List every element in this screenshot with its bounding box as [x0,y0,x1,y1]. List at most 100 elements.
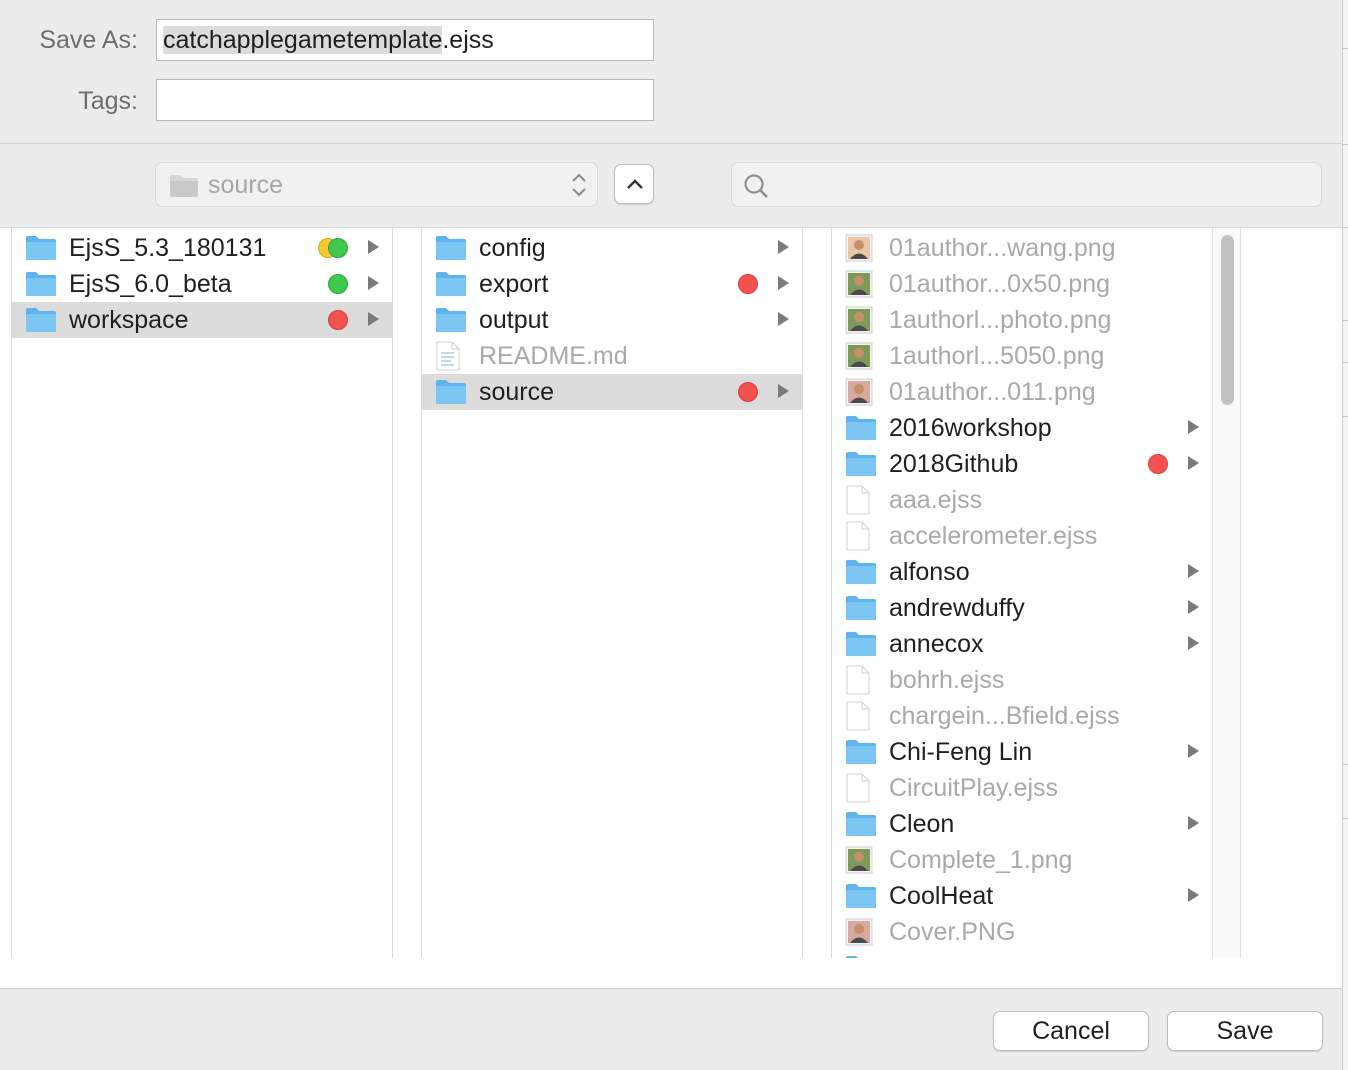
folder-icon [435,271,467,302]
document-icon [845,485,871,520]
tags-field[interactable] [156,79,654,121]
folder-row[interactable]: source [422,374,802,410]
item-name: 2016workshop [889,414,1052,442]
red-tag-dot [738,382,758,402]
disclosure-arrow-icon [368,276,379,290]
item-name: 1authorl...5050.png [889,342,1105,370]
folder-icon [845,451,877,482]
search-field[interactable] [731,162,1322,207]
image-thumbnail-icon [845,270,873,303]
file-row[interactable]: README.md [422,338,802,374]
file-row[interactable]: 01author...0x50.png [832,266,1212,302]
save-button[interactable]: Save [1167,1011,1323,1051]
folder-row[interactable]: Chi-Feng Lin [832,734,1212,770]
green-tag-dot [328,238,348,258]
item-name: accelerometer.ejss [889,522,1098,550]
file-row[interactable]: 1authorl...5050.png [832,338,1212,374]
item-name: export [479,270,549,298]
red-tag-dot [738,274,758,294]
folder-icon [169,174,199,203]
red-tag-dot [328,310,348,330]
green-tag-dot [328,274,348,294]
cancel-button[interactable]: Cancel [993,1011,1149,1051]
folder-icon [845,739,877,770]
folder-row[interactable]: export [422,266,802,302]
current-folder-label: source [208,171,284,199]
folder-row[interactable]: 2018Github [832,446,1212,482]
red-tag-dot [1148,454,1168,474]
file-row[interactable]: Cover.PNG [832,914,1212,950]
text-file-icon [435,341,461,376]
item-name: README.md [479,342,628,370]
file-row[interactable]: 01author...wang.png [832,230,1212,266]
tags-label: Tags: [78,87,138,115]
item-name: data [889,952,938,958]
item-name: 01author...wang.png [889,234,1116,262]
folder-icon [845,415,877,446]
disclosure-arrow-icon [1188,888,1199,902]
folder-icon [435,379,467,410]
folder-row[interactable]: 2016workshop [832,410,1212,446]
folder-icon [25,235,57,266]
folder-row[interactable]: config [422,230,802,266]
folder-row[interactable]: annecox [832,626,1212,662]
filename-field[interactable]: catchapplegametemplate.ejss [156,19,654,61]
folder-row[interactable]: CoolHeat [832,878,1212,914]
file-row[interactable]: Complete_1.png [832,842,1212,878]
file-row[interactable]: bohrh.ejss [832,662,1212,698]
folder-row[interactable]: EjsS_5.3_180131 [12,230,392,266]
folder-icon [845,559,877,590]
disclosure-arrow-icon [778,276,789,290]
column-2: config export output README.md source [421,228,803,958]
search-icon [744,174,768,198]
column-browser: EjsS_5.3_180131 EjsS_6.0_beta workspace co… [0,227,1342,989]
chevron-up-icon [627,179,643,189]
disclosure-arrow-icon [1188,744,1199,758]
item-name: 01author...0x50.png [889,270,1111,298]
location-popup[interactable]: source [155,162,598,207]
column-1: EjsS_5.3_180131 EjsS_6.0_beta workspace [11,228,393,958]
disclosure-arrow-icon [368,240,379,254]
item-name: Complete_1.png [889,846,1073,874]
file-row[interactable]: accelerometer.ejss [832,518,1212,554]
document-icon [845,665,871,700]
image-thumbnail-icon [845,306,873,339]
folder-row[interactable]: andrewduffy [832,590,1212,626]
disclosure-arrow-icon [778,312,789,326]
disclosure-arrow-icon [1188,564,1199,578]
file-row[interactable]: 01author...011.png [832,374,1212,410]
disclosure-arrow-icon [1188,600,1199,614]
folder-icon [845,883,877,914]
image-thumbnail-icon [845,918,873,951]
document-icon [845,521,871,556]
folder-row[interactable]: EjsS_6.0_beta [12,266,392,302]
folder-row[interactable]: workspace [12,302,392,338]
item-name: EjsS_6.0_beta [69,270,232,298]
parent-folder-button[interactable] [614,164,654,204]
filename-selected-text: catchapplegametemplate [163,26,443,54]
image-thumbnail-icon [845,234,873,267]
file-row[interactable]: chargein...Bfield.ejss [832,698,1212,734]
folder-row[interactable]: alfonso [832,554,1212,590]
image-thumbnail-icon [845,378,873,411]
item-name: Cover.PNG [889,918,1016,946]
folder-icon [25,307,57,338]
file-row[interactable]: CircuitPlay.ejss [832,770,1212,806]
folder-icon [435,307,467,338]
item-name: aaa.ejss [889,486,983,514]
scrollbar-thumb[interactable] [1221,235,1234,405]
document-icon [845,773,871,808]
file-row[interactable]: aaa.ejss [832,482,1212,518]
folder-row[interactable]: Cleon [832,806,1212,842]
item-name: workspace [69,306,189,334]
vertical-scrollbar[interactable] [1212,228,1241,958]
folder-icon [435,235,467,266]
folder-row[interactable]: output [422,302,802,338]
column-3: 01author...wang.png 01author...0x50.png 1a… [831,228,1212,958]
item-name: Cleon [889,810,955,838]
item-name: EjsS_5.3_180131 [69,234,267,262]
item-name: annecox [889,630,984,658]
file-row[interactable]: 1authorl...photo.png [832,302,1212,338]
folder-row[interactable]: data [832,950,1212,958]
item-name: CoolHeat [889,882,994,910]
